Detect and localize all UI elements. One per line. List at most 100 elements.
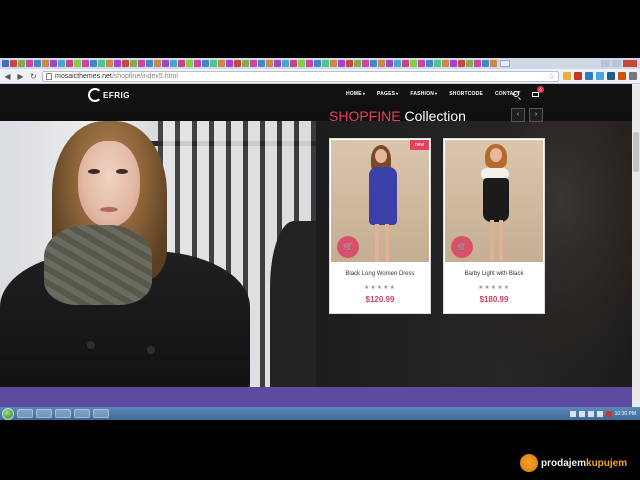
cart-icon[interactable] [532,92,539,97]
menu-item-fashion[interactable]: FASHION▾ [410,91,437,97]
browser-tab[interactable] [34,60,41,67]
taskbar-app-button[interactable] [17,409,33,418]
browser-tab[interactable] [74,60,81,67]
browser-tab[interactable] [410,60,417,67]
system-clock[interactable]: 10:30 PM [615,411,636,417]
extension-icon[interactable] [585,72,593,80]
bookmark-star-icon[interactable]: ☆ [548,72,555,81]
site-logo[interactable]: EFRIG [88,88,130,102]
browser-tab[interactable] [258,60,265,67]
menu-item-home[interactable]: HOME▾ [346,91,365,97]
reload-icon[interactable]: ↻ [29,72,38,81]
browser-tab[interactable] [426,60,433,67]
menu-item-shortcode[interactable]: SHORTCODE [449,91,483,97]
minimize-button[interactable] [601,60,610,67]
browser-tab[interactable] [50,60,57,67]
extension-icon[interactable] [607,72,615,80]
browser-tab[interactable] [298,60,305,67]
browser-tab[interactable] [194,60,201,67]
browser-tab[interactable] [322,60,329,67]
browser-tab[interactable] [42,60,49,67]
search-icon[interactable] [513,91,519,97]
browser-tab[interactable] [234,60,241,67]
browser-tab[interactable] [58,60,65,67]
browser-tab[interactable] [442,60,449,67]
browser-tab[interactable] [418,60,425,67]
extension-icon[interactable] [596,72,604,80]
browser-tab[interactable] [154,60,161,67]
browser-tab[interactable] [170,60,177,67]
taskbar-app-button[interactable] [55,409,71,418]
browser-tab[interactable] [290,60,297,67]
browser-tab[interactable] [490,60,497,67]
extension-icon[interactable] [618,72,626,80]
page-scrollbar[interactable] [632,84,640,407]
browser-tab[interactable] [338,60,345,67]
browser-tab[interactable] [250,60,257,67]
product-card[interactable]: new 🛒 Black Long Women Dress ★★★★★ $120.… [329,138,431,314]
browser-tab[interactable] [482,60,489,67]
browser-tab[interactable] [282,60,289,67]
slider-next-button[interactable]: › [529,108,543,122]
browser-tab[interactable] [210,60,217,67]
menu-item-pages[interactable]: PAGES▾ [377,91,398,97]
browser-tab[interactable] [114,60,121,67]
new-tab-button[interactable] [500,60,510,67]
tray-icon[interactable] [596,410,603,417]
tray-icon[interactable] [578,410,585,417]
browser-tab[interactable] [450,60,457,67]
close-window-button[interactable] [623,60,637,67]
extension-icon[interactable] [563,72,571,80]
maximize-button[interactable] [612,60,621,67]
browser-tab[interactable] [2,60,9,67]
browser-tab[interactable] [98,60,105,67]
browser-tab[interactable] [146,60,153,67]
browser-tab[interactable] [266,60,273,67]
browser-tab[interactable] [370,60,377,67]
browser-tab[interactable] [362,60,369,67]
browser-tab[interactable] [394,60,401,67]
browser-tab[interactable] [82,60,89,67]
browser-tab[interactable] [186,60,193,67]
browser-tab[interactable] [434,60,441,67]
browser-tab[interactable] [474,60,481,67]
product-card[interactable]: 🛒 Barby Light with Black ★★★★★ $180.99 [443,138,545,314]
browser-tab[interactable] [202,60,209,67]
tray-icon[interactable] [605,410,612,417]
browser-tab[interactable] [178,60,185,67]
slider-prev-button[interactable]: ‹ [511,108,525,122]
browser-tab[interactable] [346,60,353,67]
browser-tab[interactable] [354,60,361,67]
browser-tab[interactable] [10,60,17,67]
tray-icon[interactable] [569,410,576,417]
back-icon[interactable]: ◀ [3,72,12,81]
menu-icon[interactable] [629,72,637,80]
tray-icon[interactable] [587,410,594,417]
browser-tab[interactable] [122,60,129,67]
taskbar-app-button[interactable] [93,409,109,418]
browser-tab[interactable] [18,60,25,67]
browser-tab[interactable] [130,60,137,67]
taskbar-app-button[interactable] [36,409,52,418]
browser-tab[interactable] [162,60,169,67]
browser-tab[interactable] [90,60,97,67]
browser-tab[interactable] [386,60,393,67]
start-button[interactable] [2,407,14,420]
browser-tab[interactable] [218,60,225,67]
product-image[interactable]: 🛒 [445,140,543,262]
scrollbar-thumb[interactable] [633,132,639,172]
browser-tab[interactable] [138,60,145,67]
taskbar-app-button[interactable] [74,409,90,418]
browser-tab[interactable] [378,60,385,67]
browser-tab[interactable] [466,60,473,67]
browser-tab[interactable] [226,60,233,67]
browser-tab[interactable] [330,60,337,67]
browser-tab[interactable] [458,60,465,67]
browser-tab[interactable] [242,60,249,67]
address-bar[interactable]: mosaicthemes.net/shopfine/index5.html ☆ [42,70,559,82]
product-image[interactable]: new 🛒 [331,140,429,262]
browser-tab[interactable] [26,60,33,67]
product-name[interactable]: Black Long Women Dress [330,271,430,277]
browser-tab[interactable] [314,60,321,67]
add-to-cart-button[interactable]: 🛒 [337,236,359,258]
